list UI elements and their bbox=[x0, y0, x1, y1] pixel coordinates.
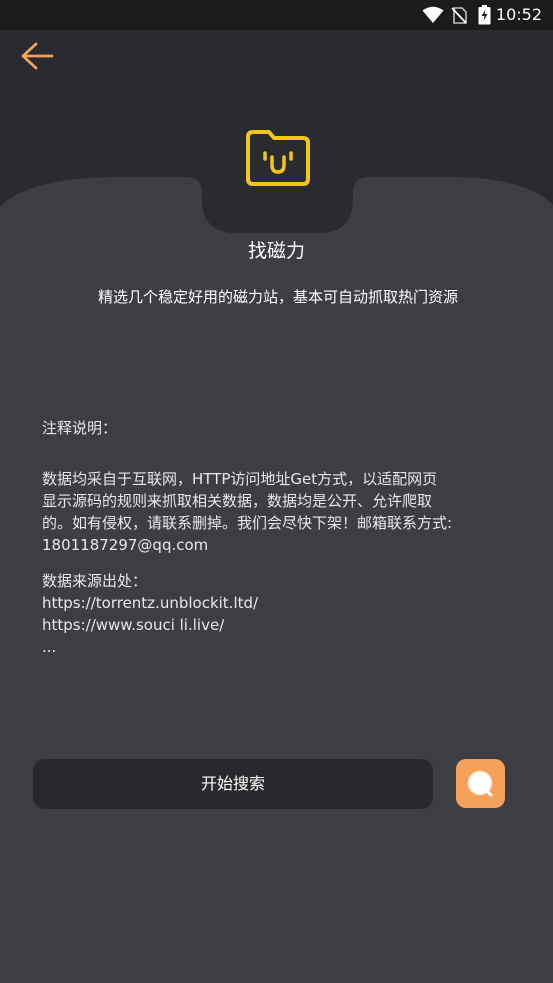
notes-heading: 注释说明： bbox=[42, 419, 118, 437]
source-item: https://torrentz.unblockit.ltd/ bbox=[42, 594, 259, 612]
back-button[interactable] bbox=[14, 38, 60, 74]
status-time: 10:52 bbox=[495, 5, 542, 24]
wifi-icon bbox=[422, 6, 444, 28]
no-sim-icon bbox=[451, 7, 467, 28]
page-title: 找磁力 bbox=[247, 240, 305, 262]
source-item: ... bbox=[42, 638, 57, 656]
source-item: https://www.souci li.live/ bbox=[42, 616, 225, 634]
search-icon-button[interactable] bbox=[456, 759, 505, 808]
screen: 10:52 找磁力 精选几个稳定好用的磁力站，基本可自动抓取热门资源 注释说明：… bbox=[0, 0, 553, 983]
status-bar: 10:52 bbox=[0, 0, 553, 30]
folder-smile-icon bbox=[244, 129, 312, 187]
arrow-left-icon bbox=[21, 42, 54, 70]
start-search-button[interactable]: 开始搜索 bbox=[33, 759, 433, 809]
page-subtitle: 精选几个稳定好用的磁力站，基本可自动抓取热门资源 bbox=[98, 288, 459, 306]
notes-line: 显示源码的规则来抓取相关数据，数据均是公开、允许爬取 bbox=[42, 492, 433, 510]
battery-charging-icon bbox=[478, 5, 491, 29]
sources-list: https://torrentz.unblockit.ltd/ https://… bbox=[42, 592, 258, 658]
search-icon bbox=[467, 770, 493, 797]
notes-line: 的。如有侵权，请联系删掉。我们会尽快下架！邮箱联系方式: bbox=[42, 514, 453, 532]
notes-line: 数据均采自于互联网，HTTP访问地址Get方式，以适配网页 bbox=[42, 470, 438, 488]
contact-email: 1801187297@qq.com bbox=[42, 536, 209, 554]
notes-body: 数据均采自于互联网，HTTP访问地址Get方式，以适配网页 显示源码的规则来抓取… bbox=[42, 468, 517, 556]
sources-heading: 数据来源出处： bbox=[42, 572, 148, 590]
